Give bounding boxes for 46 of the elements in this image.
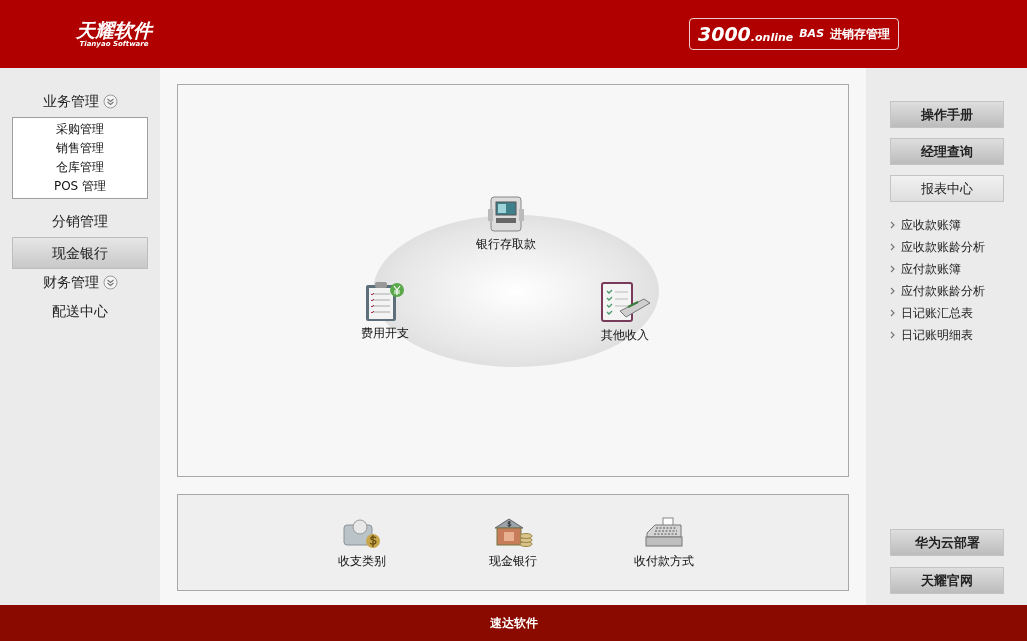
version-suffix: .online xyxy=(750,30,794,46)
report-link[interactable]: 应收款账龄分析 xyxy=(901,238,985,256)
nav-item[interactable]: 现金银行 xyxy=(12,237,148,269)
submenu-item[interactable]: POS 管理 xyxy=(53,177,107,196)
nav-item[interactable]: 分销管理 xyxy=(12,205,148,237)
sidebar-button[interactable]: 华为云部署 xyxy=(890,529,1004,556)
report-link[interactable]: 日记账明细表 xyxy=(901,326,973,344)
node-label[interactable]: 费用开支 xyxy=(361,324,409,342)
report-link[interactable]: 日记账汇总表 xyxy=(901,304,973,322)
chevron-right-icon xyxy=(890,221,895,229)
footer-text: 速达软件 xyxy=(489,615,538,632)
chevron-down-icon[interactable] xyxy=(102,93,118,109)
setting-label[interactable]: 现金银行 xyxy=(489,552,537,570)
edition-label: BAS xyxy=(799,25,825,42)
chevron-right-icon xyxy=(890,265,895,273)
chevron-right-icon xyxy=(890,243,895,251)
nav-item[interactable]: 配送中心 xyxy=(12,295,148,327)
sidebar-button[interactable]: 操作手册 xyxy=(890,101,1004,128)
report-link[interactable]: 应收款账簿 xyxy=(901,216,961,234)
setting-label[interactable]: 收支类别 xyxy=(338,552,387,570)
bank-building-icon[interactable] xyxy=(492,517,534,549)
atm-machine-icon[interactable] xyxy=(486,195,526,233)
product-name: 进销存管理 xyxy=(830,26,891,43)
nav-group-label[interactable]: 业务管理 xyxy=(42,90,99,112)
sidebar-button[interactable]: 报表中心 xyxy=(890,175,1004,202)
chevron-right-icon xyxy=(890,287,895,295)
sidebar-button[interactable]: 天耀官网 xyxy=(890,567,1004,594)
report-link[interactable]: 应付款账龄分析 xyxy=(901,282,985,300)
chevron-down-icon[interactable] xyxy=(102,274,118,290)
submenu-item[interactable]: 采购管理 xyxy=(56,120,104,139)
logo-text: 天耀软件 xyxy=(76,20,152,40)
wallet-dollar-icon[interactable] xyxy=(342,517,383,549)
version-number: 3000 xyxy=(697,21,751,47)
node-label[interactable]: 银行存取款 xyxy=(476,235,536,253)
chevron-right-icon xyxy=(890,331,895,339)
clipboard-yen-icon[interactable] xyxy=(363,279,407,323)
setting-label[interactable]: 收付款方式 xyxy=(633,552,694,570)
report-link[interactable]: 应付款账簿 xyxy=(901,260,961,278)
cash-register-icon[interactable] xyxy=(642,517,685,549)
submenu-item[interactable]: 仓库管理 xyxy=(56,158,104,177)
nav-group-label[interactable]: 财务管理 xyxy=(42,271,99,293)
submenu-item[interactable]: 销售管理 xyxy=(56,139,104,158)
node-label[interactable]: 其他收入 xyxy=(601,326,649,344)
sidebar-button[interactable]: 经理查询 xyxy=(890,138,1004,165)
checklist-card-reader-icon[interactable] xyxy=(598,281,652,325)
chevron-right-icon xyxy=(890,309,895,317)
